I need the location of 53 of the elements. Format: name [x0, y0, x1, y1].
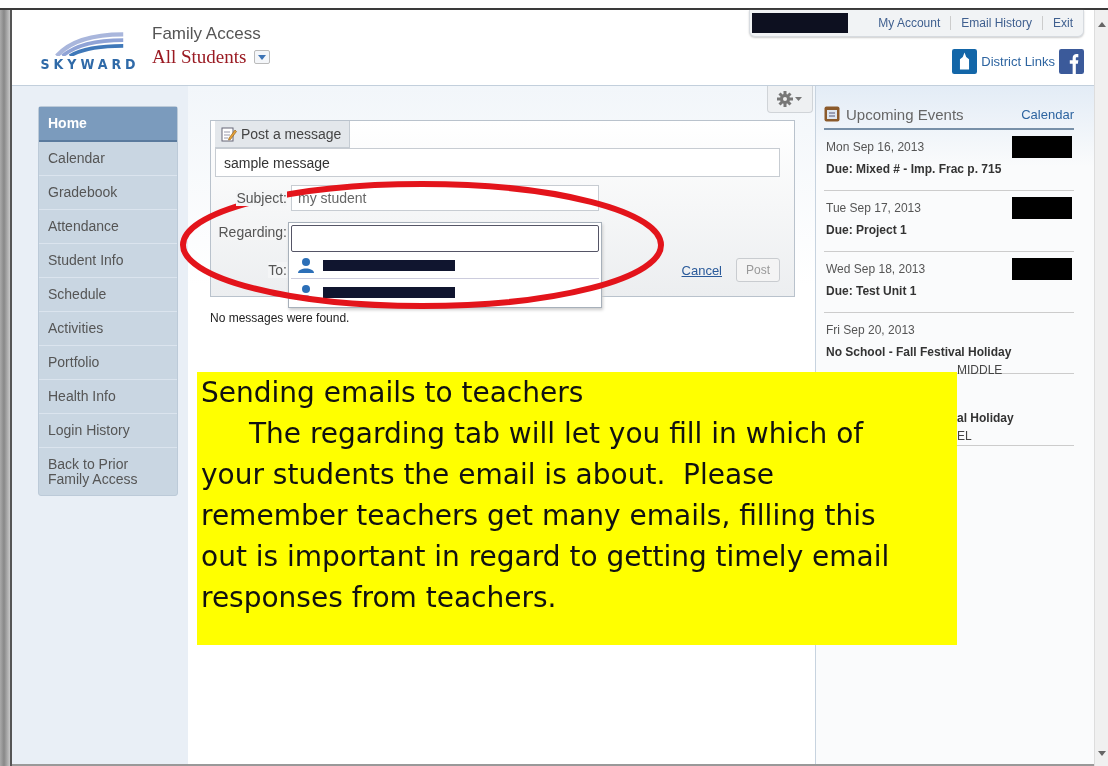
calendar-link[interactable]: Calendar: [1021, 106, 1074, 122]
callout-title: Sending emails to teachers: [201, 375, 585, 411]
nav-item[interactable]: Portfolio: [39, 346, 177, 380]
nav-item[interactable]: Calendar: [39, 142, 177, 176]
event-school: MIDDLE: [957, 364, 1003, 376]
cancel-link[interactable]: Cancel: [681, 262, 722, 278]
calendar-icon: [824, 106, 840, 122]
panel-title: Upcoming Events: [846, 105, 964, 123]
dropdown-button[interactable]: [254, 50, 271, 64]
nav-item[interactable]: Student Info: [39, 244, 177, 278]
event-date: Fri Sep 20, 2013: [826, 323, 915, 337]
account-link[interactable]: My Account: [868, 16, 951, 30]
student-selector[interactable]: All Students: [152, 46, 247, 68]
nav-item[interactable]: Health Info: [39, 380, 177, 414]
event-school: EL: [957, 430, 972, 442]
settings-icon: [777, 91, 803, 107]
event-date: Wed Sep 18, 2013: [826, 262, 926, 276]
nav-item[interactable]: Login History: [39, 414, 177, 448]
nav-item[interactable]: Back to Prior Family Access: [39, 448, 177, 495]
note-pencil-icon: [221, 126, 237, 142]
subject-label: Subject:: [236, 190, 287, 206]
nav-item[interactable]: Activities: [39, 312, 177, 346]
account-link[interactable]: Email History: [950, 16, 1042, 30]
event-date: Tue Sep 17, 2013: [826, 201, 921, 215]
event-title: No School - Fall Festival Holiday: [826, 345, 1012, 359]
app-title: Family Access: [152, 24, 262, 44]
message-field[interactable]: sample message: [215, 148, 780, 177]
regarding-label: Regarding:: [218, 224, 287, 240]
event-title: al Holiday: [957, 411, 1014, 425]
settings-button[interactable]: [767, 86, 813, 113]
scroll-down-icon[interactable]: [1097, 751, 1106, 756]
person-icon: [297, 257, 315, 273]
callout-text: The regarding tab will let you fill in which of your students the email is about. Please remember teachers get many emails, filling this out is important in regard to getting timely email responses from teachers.: [201, 416, 891, 616]
regarding-field[interactable]: [291, 225, 599, 252]
event-date: Mon Sep 16, 2013: [826, 140, 925, 154]
nav-item[interactable]: Schedule: [39, 278, 177, 312]
event-title: Due: Mixed # - Imp. Frac p. 715: [826, 162, 1002, 176]
to-label: To:: [268, 262, 287, 278]
logo: SKYWARD: [42, 30, 138, 72]
nav-item[interactable]: Home: [39, 107, 177, 142]
account-link[interactable]: Exit: [1042, 16, 1083, 30]
facebook-icon[interactable]: [1059, 49, 1084, 74]
nav-item[interactable]: Attendance: [39, 210, 177, 244]
event-title: Due: Project 1: [826, 223, 907, 237]
post-message-tab[interactable]: Post a message: [215, 121, 351, 148]
scroll-up-icon[interactable]: [1097, 22, 1106, 27]
empty-message: No messages were found.: [210, 311, 351, 325]
district-links-link[interactable]: District Links: [981, 54, 1055, 69]
schoolhouse-icon[interactable]: [952, 49, 978, 74]
caret-icon: [258, 54, 267, 60]
event-title: Due: Test Unit 1: [826, 284, 917, 298]
scrollbar[interactable]: [1094, 10, 1108, 766]
nav-item[interactable]: Gradebook: [39, 176, 177, 210]
